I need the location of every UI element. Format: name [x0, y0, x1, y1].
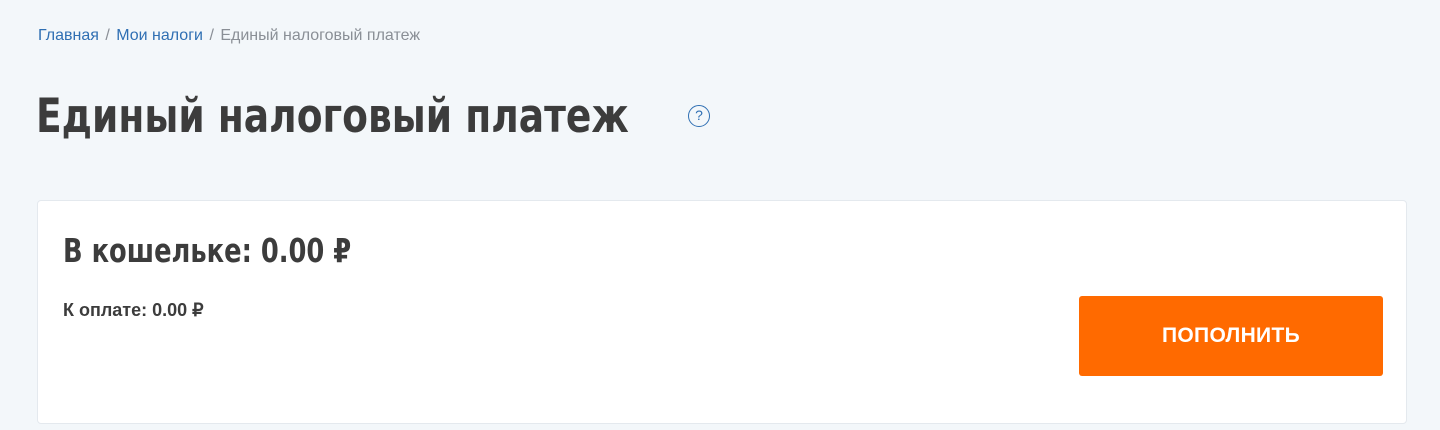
breadcrumb: Главная / Мои налоги / Единый налоговый … [38, 26, 420, 46]
question-circle-icon[interactable]: ? [688, 105, 710, 127]
breadcrumb-current: Единый налоговый платеж [220, 27, 421, 44]
breadcrumb-separator: / [105, 27, 110, 44]
breadcrumb-link-my-taxes[interactable]: Мои налоги [116, 27, 203, 44]
breadcrumb-link-home[interactable]: Главная [38, 27, 99, 44]
page-title: Единый налоговый платеж [36, 89, 629, 144]
page-header: Единый налоговый платеж ? [36, 86, 826, 148]
wallet-balance: В кошельке: 0.00 ₽ [63, 231, 352, 270]
amount-to-pay: К оплате: 0.00 ₽ [63, 300, 204, 320]
breadcrumb-separator: / [209, 27, 214, 44]
wallet-card: В кошельке: 0.00 ₽ К оплате: 0.00 ₽ ПОПО… [37, 200, 1407, 424]
topup-button[interactable]: ПОПОЛНИТЬ [1079, 296, 1383, 376]
